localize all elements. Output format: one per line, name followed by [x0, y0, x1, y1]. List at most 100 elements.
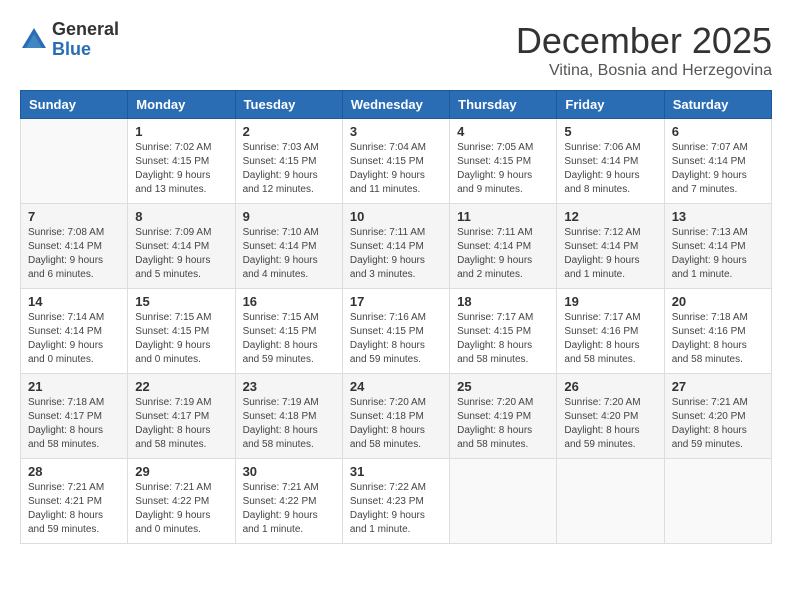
day-number: 28 — [28, 464, 120, 479]
day-number: 31 — [350, 464, 442, 479]
day-info: Sunrise: 7:20 AM Sunset: 4:20 PM Dayligh… — [564, 396, 656, 452]
calendar-day-cell: 9 Sunrise: 7:10 AM Sunset: 4:14 PM Daylig… — [235, 204, 342, 289]
location-subtitle: Vitina, Bosnia and Herzegovina — [516, 62, 772, 80]
calendar-day-cell — [21, 119, 128, 204]
day-number: 23 — [243, 379, 335, 394]
calendar-week-row: 1 Sunrise: 7:02 AM Sunset: 4:15 PM Daylig… — [21, 119, 772, 204]
day-number: 6 — [672, 124, 764, 139]
calendar-day-cell — [557, 459, 664, 544]
day-number: 7 — [28, 209, 120, 224]
day-info: Sunrise: 7:03 AM Sunset: 4:15 PM Dayligh… — [243, 141, 335, 197]
day-number: 4 — [457, 124, 549, 139]
calendar-day-cell: 13 Sunrise: 7:13 AM Sunset: 4:14 PM Dayli… — [664, 204, 771, 289]
day-number: 1 — [135, 124, 227, 139]
day-number: 9 — [243, 209, 335, 224]
calendar-day-cell: 21Sunrise: 7:18 AM Sunset: 4:17 PM Dayli… — [21, 374, 128, 459]
calendar-week-row: 14 Sunrise: 7:14 AM Sunset: 4:14 PM Dayli… — [21, 289, 772, 374]
calendar-day-cell: 3 Sunrise: 7:04 AM Sunset: 4:15 PM Daylig… — [342, 119, 449, 204]
logo-icon — [20, 26, 48, 54]
day-info: Sunrise: 7:20 AM Sunset: 4:19 PM Dayligh… — [457, 396, 549, 452]
day-info: Sunrise: 7:19 AM Sunset: 4:17 PM Dayligh… — [135, 396, 227, 452]
day-number: 26 — [564, 379, 656, 394]
day-number: 18 — [457, 294, 549, 309]
calendar-day-cell: 7 Sunrise: 7:08 AM Sunset: 4:14 PM Daylig… — [21, 204, 128, 289]
calendar-week-row: 28Sunrise: 7:21 AM Sunset: 4:21 PM Dayli… — [21, 459, 772, 544]
day-info: Sunrise: 7:21 AM Sunset: 4:22 PM Dayligh… — [135, 481, 227, 537]
day-number: 27 — [672, 379, 764, 394]
calendar-day-cell: 25 Sunrise: 7:20 AM Sunset: 4:19 PM Dayli… — [450, 374, 557, 459]
day-number: 30 — [243, 464, 335, 479]
calendar-day-cell: 19Sunrise: 7:17 AM Sunset: 4:16 PM Dayli… — [557, 289, 664, 374]
page-header: General Blue December 2025 Vitina, Bosni… — [20, 20, 772, 80]
calendar-day-cell — [450, 459, 557, 544]
day-number: 13 — [672, 209, 764, 224]
logo: General Blue — [20, 20, 119, 60]
day-number: 3 — [350, 124, 442, 139]
day-number: 15 — [135, 294, 227, 309]
calendar-day-cell: 23Sunrise: 7:19 AM Sunset: 4:18 PM Dayli… — [235, 374, 342, 459]
calendar-day-cell: 6Sunrise: 7:07 AM Sunset: 4:14 PM Daylig… — [664, 119, 771, 204]
day-number: 29 — [135, 464, 227, 479]
weekday-header-wednesday: Wednesday — [342, 91, 449, 119]
day-number: 14 — [28, 294, 120, 309]
day-number: 10 — [350, 209, 442, 224]
day-number: 5 — [564, 124, 656, 139]
calendar-table: SundayMondayTuesdayWednesdayThursdayFrid… — [20, 90, 772, 544]
day-number: 12 — [564, 209, 656, 224]
logo-blue: Blue — [52, 39, 91, 59]
day-number: 8 — [135, 209, 227, 224]
day-info: Sunrise: 7:15 AM Sunset: 4:15 PM Dayligh… — [243, 311, 335, 367]
weekday-header-saturday: Saturday — [664, 91, 771, 119]
day-info: Sunrise: 7:17 AM Sunset: 4:15 PM Dayligh… — [457, 311, 549, 367]
calendar-day-cell: 18 Sunrise: 7:17 AM Sunset: 4:15 PM Dayli… — [450, 289, 557, 374]
calendar-day-cell: 28Sunrise: 7:21 AM Sunset: 4:21 PM Dayli… — [21, 459, 128, 544]
day-info: Sunrise: 7:09 AM Sunset: 4:14 PM Dayligh… — [135, 226, 227, 282]
title-area: December 2025 Vitina, Bosnia and Herzego… — [516, 20, 772, 80]
day-info: Sunrise: 7:14 AM Sunset: 4:14 PM Dayligh… — [28, 311, 120, 367]
day-number: 22 — [135, 379, 227, 394]
weekday-header-tuesday: Tuesday — [235, 91, 342, 119]
calendar-day-cell: 8 Sunrise: 7:09 AM Sunset: 4:14 PM Daylig… — [128, 204, 235, 289]
day-info: Sunrise: 7:18 AM Sunset: 4:16 PM Dayligh… — [672, 311, 764, 367]
day-info: Sunrise: 7:21 AM Sunset: 4:20 PM Dayligh… — [672, 396, 764, 452]
day-info: Sunrise: 7:11 AM Sunset: 4:14 PM Dayligh… — [350, 226, 442, 282]
calendar-day-cell: 17Sunrise: 7:16 AM Sunset: 4:15 PM Dayli… — [342, 289, 449, 374]
calendar-day-cell: 22 Sunrise: 7:19 AM Sunset: 4:17 PM Dayli… — [128, 374, 235, 459]
day-number: 20 — [672, 294, 764, 309]
calendar-day-cell: 31Sunrise: 7:22 AM Sunset: 4:23 PM Dayli… — [342, 459, 449, 544]
weekday-header-thursday: Thursday — [450, 91, 557, 119]
calendar-day-cell: 14 Sunrise: 7:14 AM Sunset: 4:14 PM Dayli… — [21, 289, 128, 374]
calendar-day-cell: 24 Sunrise: 7:20 AM Sunset: 4:18 PM Dayli… — [342, 374, 449, 459]
calendar-week-row: 7 Sunrise: 7:08 AM Sunset: 4:14 PM Daylig… — [21, 204, 772, 289]
day-info: Sunrise: 7:04 AM Sunset: 4:15 PM Dayligh… — [350, 141, 442, 197]
calendar-day-cell: 11Sunrise: 7:11 AM Sunset: 4:14 PM Dayli… — [450, 204, 557, 289]
calendar-week-row: 21Sunrise: 7:18 AM Sunset: 4:17 PM Dayli… — [21, 374, 772, 459]
day-number: 24 — [350, 379, 442, 394]
day-number: 25 — [457, 379, 549, 394]
day-info: Sunrise: 7:20 AM Sunset: 4:18 PM Dayligh… — [350, 396, 442, 452]
calendar-day-cell: 30 Sunrise: 7:21 AM Sunset: 4:22 PM Dayli… — [235, 459, 342, 544]
day-info: Sunrise: 7:17 AM Sunset: 4:16 PM Dayligh… — [564, 311, 656, 367]
calendar-day-cell: 10 Sunrise: 7:11 AM Sunset: 4:14 PM Dayli… — [342, 204, 449, 289]
calendar-day-cell: 26 Sunrise: 7:20 AM Sunset: 4:20 PM Dayli… — [557, 374, 664, 459]
day-info: Sunrise: 7:06 AM Sunset: 4:14 PM Dayligh… — [564, 141, 656, 197]
day-info: Sunrise: 7:08 AM Sunset: 4:14 PM Dayligh… — [28, 226, 120, 282]
weekday-header-friday: Friday — [557, 91, 664, 119]
calendar-day-cell: 20 Sunrise: 7:18 AM Sunset: 4:16 PM Dayli… — [664, 289, 771, 374]
day-info: Sunrise: 7:21 AM Sunset: 4:22 PM Dayligh… — [243, 481, 335, 537]
day-number: 17 — [350, 294, 442, 309]
calendar-day-cell: 27 Sunrise: 7:21 AM Sunset: 4:20 PM Dayli… — [664, 374, 771, 459]
day-info: Sunrise: 7:10 AM Sunset: 4:14 PM Dayligh… — [243, 226, 335, 282]
day-info: Sunrise: 7:12 AM Sunset: 4:14 PM Dayligh… — [564, 226, 656, 282]
day-number: 2 — [243, 124, 335, 139]
logo-general: General — [52, 19, 119, 39]
day-info: Sunrise: 7:13 AM Sunset: 4:14 PM Dayligh… — [672, 226, 764, 282]
calendar-day-cell: 4 Sunrise: 7:05 AM Sunset: 4:15 PM Daylig… — [450, 119, 557, 204]
day-info: Sunrise: 7:18 AM Sunset: 4:17 PM Dayligh… — [28, 396, 120, 452]
day-info: Sunrise: 7:02 AM Sunset: 4:15 PM Dayligh… — [135, 141, 227, 197]
calendar-day-cell: 2 Sunrise: 7:03 AM Sunset: 4:15 PM Daylig… — [235, 119, 342, 204]
day-number: 11 — [457, 209, 549, 224]
day-number: 16 — [243, 294, 335, 309]
day-info: Sunrise: 7:05 AM Sunset: 4:15 PM Dayligh… — [457, 141, 549, 197]
calendar-day-cell: 5 Sunrise: 7:06 AM Sunset: 4:14 PM Daylig… — [557, 119, 664, 204]
